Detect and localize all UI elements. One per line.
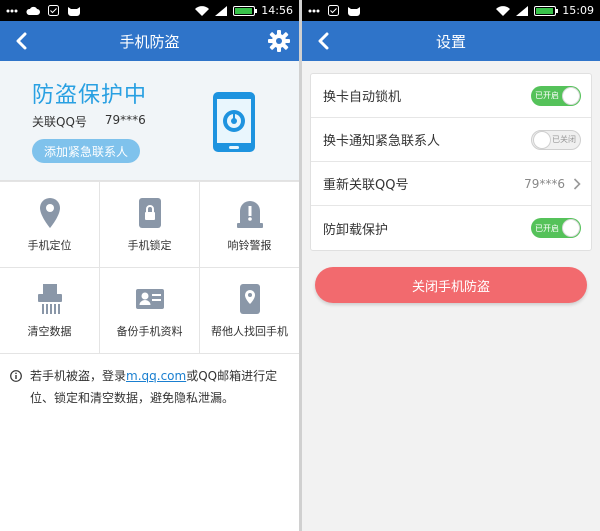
notice-text: 若手机被盗，登录m.qq.com或QQ邮箱进行定位、锁定和清空数据，避免隐私泄漏… [10, 365, 292, 409]
page-title: 设置 [435, 32, 466, 51]
phone-location-icon [239, 283, 260, 314]
wifi-icon [496, 5, 511, 16]
account-value: 79***6 [104, 113, 146, 127]
feature-backup-data[interactable]: 备份手机资料 [100, 268, 200, 354]
contact-card-icon [135, 288, 164, 309]
cat-icon [67, 5, 81, 16]
setting-notify-contact-on-sim-change[interactable]: 换卡通知紧急联系人 已关闭 [311, 118, 591, 162]
cat-icon [347, 5, 361, 16]
setting-uninstall-protection[interactable]: 防卸载保护 已开启 [311, 206, 591, 250]
page-title: 手机防盗 [119, 32, 180, 51]
settings-list: 换卡自动锁机 已开启 换卡通知紧急联系人 已关闭 重新关联QQ号 79***6 … [310, 73, 592, 251]
antitheft-screen: 14:56 手机防盗 防盗保护中 关联QQ号 79***6 添加紧急联系人 手机… [0, 0, 299, 531]
chevron-right-icon [573, 177, 581, 190]
protection-status-panel: 防盗保护中 关联QQ号 79***6 添加紧急联系人 [0, 61, 299, 181]
alarm-bell-icon [236, 200, 263, 228]
status-bar: 15:09 [302, 0, 600, 21]
signal-icon [215, 5, 228, 16]
toggle-switch[interactable]: 已关闭 [531, 129, 581, 150]
shield-phone-icon [212, 91, 256, 153]
check-box-icon [328, 5, 339, 16]
feature-locate-phone[interactable]: 手机定位 [0, 182, 100, 268]
setting-relink-qq[interactable]: 重新关联QQ号 79***6 [311, 162, 591, 206]
dots-icon [6, 7, 18, 15]
title-bar: 设置 [302, 21, 600, 61]
settings-screen: 15:09 设置 换卡自动锁机 已开启 换卡通知紧急联系人 已关闭 重新关联QQ… [302, 0, 600, 531]
gear-icon[interactable] [267, 29, 291, 53]
info-icon [10, 370, 22, 382]
feature-help-find-phone[interactable]: 帮他人找回手机 [200, 268, 299, 354]
linked-account: 关联QQ号 79***6 [32, 113, 146, 130]
disable-antitheft-button[interactable]: 关闭手机防盗 [315, 267, 587, 303]
location-pin-icon [39, 197, 60, 228]
phone-lock-icon [138, 197, 161, 228]
dots-icon [308, 7, 320, 15]
back-arrow-icon[interactable] [312, 30, 334, 52]
linked-qq-value: 79***6 [524, 176, 565, 191]
setting-auto-lock-on-sim-change[interactable]: 换卡自动锁机 已开启 [311, 74, 591, 118]
status-time: 15:09 [562, 4, 594, 17]
feature-wipe-data[interactable]: 清空数据 [0, 268, 100, 354]
battery-icon [534, 5, 559, 16]
add-emergency-contact-button[interactable]: 添加紧急联系人 [32, 139, 141, 163]
wifi-icon [195, 5, 210, 16]
protection-status: 防盗保护中 [32, 83, 148, 108]
status-time: 14:56 [261, 4, 293, 17]
back-arrow-icon[interactable] [10, 30, 32, 52]
check-box-icon [48, 5, 59, 16]
battery-icon [233, 5, 258, 16]
shredder-icon [37, 283, 62, 314]
qq-link[interactable]: m.qq.com [126, 369, 186, 383]
feature-lock-phone[interactable]: 手机锁定 [100, 182, 200, 268]
status-bar: 14:56 [0, 0, 299, 21]
toggle-switch[interactable]: 已开启 [531, 85, 581, 106]
cloud-icon [26, 6, 40, 16]
toggle-switch[interactable]: 已开启 [531, 218, 581, 238]
signal-icon [516, 5, 529, 16]
title-bar: 手机防盗 [0, 21, 299, 61]
feature-ring-alarm[interactable]: 响铃警报 [200, 182, 299, 268]
feature-grid: 手机定位 手机锁定 响铃警报 清空数据 备份手机资料 帮他人找回手机 [0, 181, 299, 354]
account-label: 关联QQ号 [32, 115, 87, 129]
